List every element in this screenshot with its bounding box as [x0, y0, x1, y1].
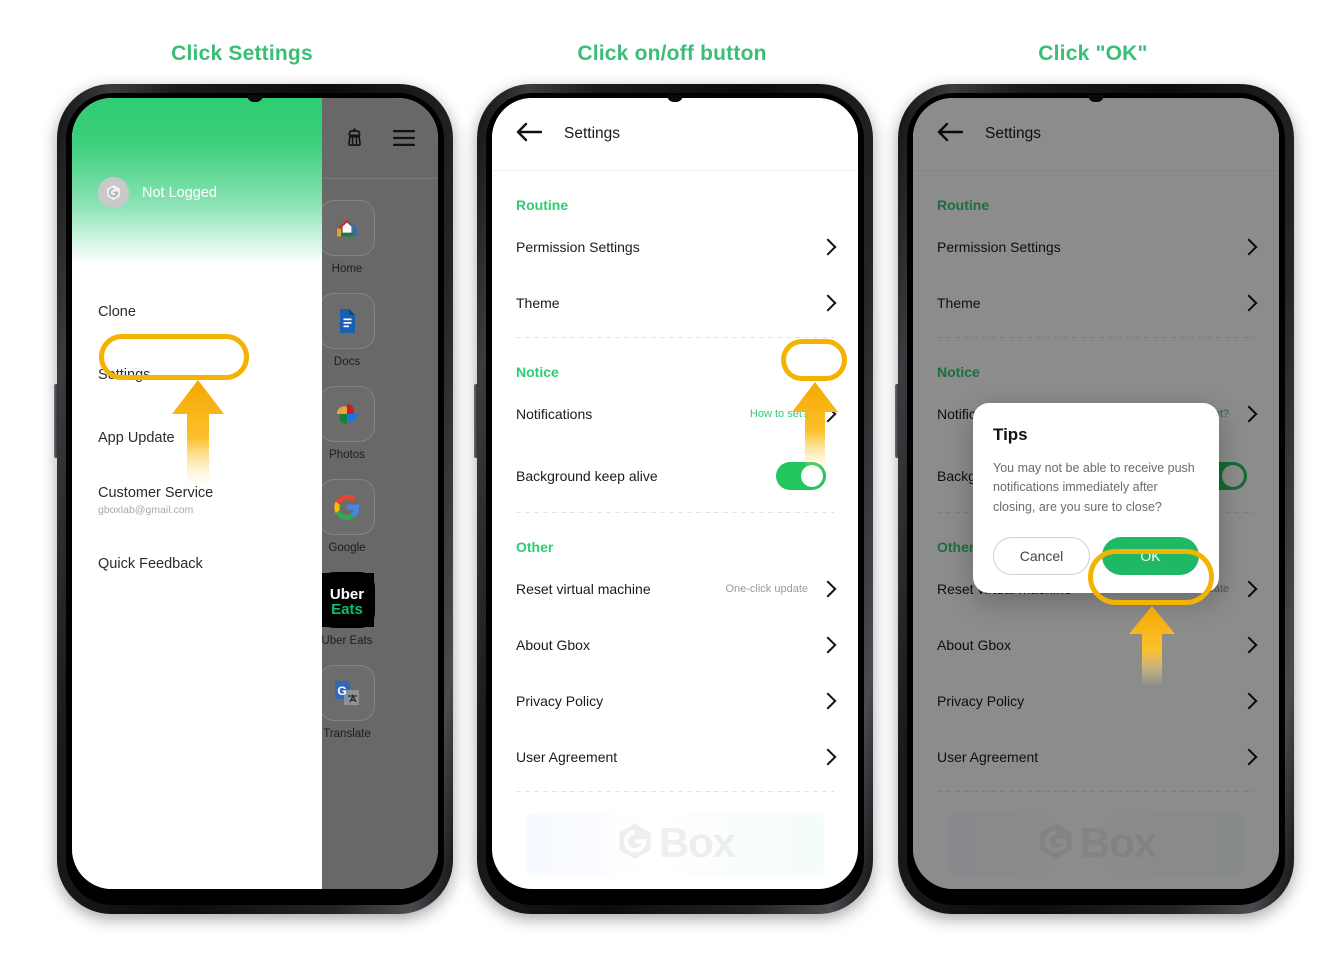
chevron-right-icon [819, 748, 837, 766]
drawer-item-label: Clone [98, 303, 136, 320]
drawer-item-quick-feedback[interactable]: Quick Feedback [72, 532, 322, 595]
gbox-watermark: Box [492, 819, 858, 867]
watermark-text: Box [658, 819, 736, 866]
row-privacy-policy[interactable]: Privacy Policy [516, 673, 837, 729]
row-about-gbox[interactable]: About Gbox [516, 617, 837, 673]
chevron-right-icon [819, 238, 837, 256]
app-tile: G [319, 665, 375, 721]
phone-1-side-button[interactable] [54, 384, 58, 458]
row-hint: One-click update [725, 583, 808, 595]
group-separator [516, 791, 834, 792]
app-tile [319, 479, 375, 535]
row-permission-settings[interactable]: Permission Settings [516, 219, 837, 275]
dialog-message: You may not be able to receive push noti… [993, 461, 1195, 514]
row-hint[interactable]: How to set? [750, 408, 808, 420]
chevron-right-icon [819, 405, 837, 423]
row-theme[interactable]: Theme [516, 275, 837, 331]
chevron-right-icon [819, 636, 837, 654]
row-label: Background keep alive [516, 468, 658, 484]
account-name: Not Logged [142, 184, 217, 201]
cancel-button[interactable]: Cancel [993, 537, 1091, 576]
gbox-avatar-icon [98, 177, 129, 208]
chevron-right-icon [819, 692, 837, 710]
group-title-notice: Notice [516, 364, 559, 380]
drawer-item-customer-service[interactable]: Customer Service gboxlab@gmail.com [72, 469, 322, 532]
app-tile [319, 386, 375, 442]
app-tile: Uber Eats [319, 572, 375, 628]
drawer-item-sub: gboxlab@gmail.com [98, 504, 194, 516]
chevron-right-icon [819, 580, 837, 598]
tips-dialog: Tips You may not be able to receive push… [973, 403, 1219, 594]
broom-icon[interactable] [343, 126, 366, 150]
ok-button[interactable]: OK [1102, 537, 1199, 576]
app-tile [319, 293, 375, 349]
phone-2-side-button[interactable] [474, 384, 478, 458]
account-row[interactable]: Not Logged [98, 177, 217, 208]
uber-eats-icon: Uber Eats [320, 573, 374, 627]
dialog-title: Tips [993, 425, 1028, 444]
drawer-item-app-update[interactable]: App Update [72, 406, 322, 469]
group-title-other: Other [516, 539, 554, 555]
drawer-item-label: App Update [98, 429, 175, 446]
svg-text:Eats: Eats [331, 601, 363, 618]
row-label: Reset virtual machine [516, 581, 651, 597]
row-label: Permission Settings [516, 239, 640, 255]
drawer-item-label: Quick Feedback [98, 555, 203, 572]
navigation-drawer: Not Logged Clone Settings App Update Cus… [72, 98, 322, 889]
step-3-caption: Click "OK" [1038, 42, 1148, 65]
row-label: User Agreement [516, 749, 618, 765]
google-docs-icon [340, 309, 355, 333]
row-label: About Gbox [516, 637, 590, 653]
row-label: Theme [516, 295, 560, 311]
row-user-agreement[interactable]: User Agreement [516, 729, 837, 785]
google-home-icon [337, 219, 357, 237]
svg-text:G: G [337, 684, 346, 698]
drawer-item-list: Clone Settings App Update Customer Servi… [72, 263, 322, 595]
phone-3: Settings Routine Permission Settings The… [895, 84, 1294, 914]
drawer-header: Not Logged [72, 98, 322, 263]
google-g-icon [334, 494, 359, 520]
background-keep-alive-toggle[interactable] [776, 462, 826, 490]
phone-2: Settings Routine Permission Settings The… [474, 84, 873, 914]
tutorial-stage: Click Settings Click on/off button Click… [0, 0, 1344, 956]
drawer-item-clone[interactable]: Clone [72, 280, 322, 343]
row-label: Privacy Policy [516, 693, 604, 709]
phone-2-screen: Settings Routine Permission Settings The… [492, 98, 858, 889]
phone-3-screen: Settings Routine Permission Settings The… [913, 98, 1279, 889]
drawer-item-label: Settings [98, 366, 151, 383]
google-translate-icon: G [335, 681, 359, 705]
step-1-caption: Click Settings [171, 42, 313, 65]
row-background-keep-alive[interactable]: Background keep alive [516, 442, 834, 510]
toggle-knob [801, 465, 823, 487]
row-label: Notifications [516, 406, 593, 422]
group-title-routine: Routine [516, 197, 569, 213]
phone-1: Home Docs Photos Google Uber Eats Uber E… [54, 84, 453, 914]
settings-topbar: Settings [492, 98, 858, 170]
drawer-item-settings[interactable]: Settings [72, 343, 322, 406]
settings-body: Routine Permission Settings Theme Notice… [492, 171, 858, 792]
google-photos-icon [336, 404, 358, 425]
hamburger-menu-icon[interactable] [392, 129, 416, 147]
dialog-actions: Cancel OK [993, 537, 1199, 576]
back-arrow-icon[interactable] [516, 122, 543, 147]
phone-1-screen: Home Docs Photos Google Uber Eats Uber E… [72, 98, 438, 889]
drawer-item-label: Customer Service [98, 485, 214, 501]
phone-3-side-button[interactable] [895, 384, 899, 458]
row-reset-virtual-machine[interactable]: Reset virtual machine One-click update [516, 561, 837, 617]
step-2-caption: Click on/off button [577, 42, 767, 65]
app-tile [319, 200, 375, 256]
page-title: Settings [564, 125, 621, 142]
row-notifications[interactable]: Notifications How to set? [516, 386, 837, 442]
chevron-right-icon [819, 294, 837, 312]
gbox-logo-icon [619, 823, 651, 859]
